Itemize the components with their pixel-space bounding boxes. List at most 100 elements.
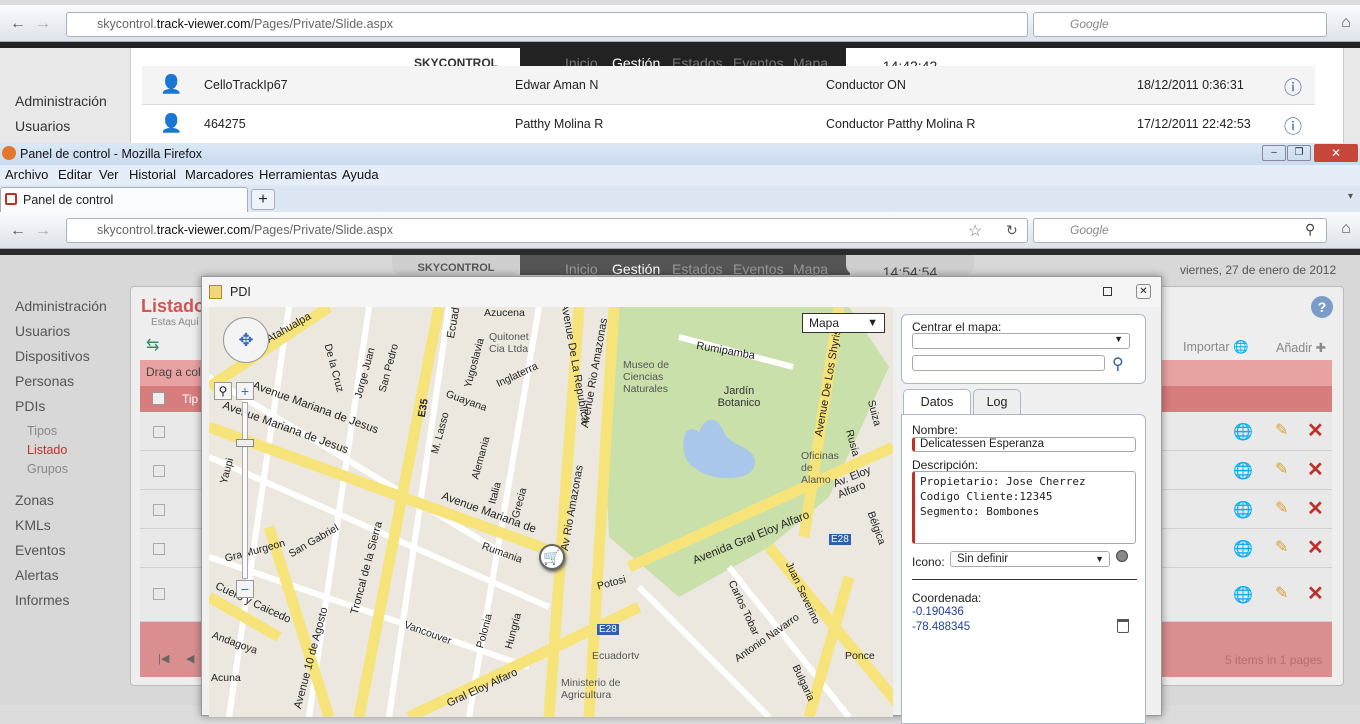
zoom-slider-track[interactable] (242, 402, 248, 579)
row-checkbox[interactable] (153, 426, 165, 438)
zoom-magnifier-icon[interactable]: ⚲ (214, 382, 232, 400)
zoom-out-button[interactable]: − (236, 580, 254, 598)
tab-datos[interactable]: Datos (903, 389, 971, 415)
info-icon[interactable]: ⓘ (1284, 74, 1302, 100)
nav-gestion[interactable]: Gestión (612, 261, 660, 277)
info-icon[interactable]: ⓘ (1284, 113, 1302, 139)
edit-icon[interactable]: ✎ (1275, 459, 1288, 479)
trash-icon[interactable] (1117, 619, 1129, 633)
url-bar[interactable]: skycontrol.track-viewer.com/Pages/Privat… (66, 218, 1028, 243)
edit-icon[interactable]: ✎ (1275, 537, 1288, 557)
delete-icon[interactable]: ✕ (1307, 535, 1324, 560)
back-arrow-icon[interactable]: ← (8, 222, 28, 240)
table-row[interactable]: 👤 464275 Patthy Molina R Conductor Patth… (142, 105, 1315, 144)
refresh-icon[interactable]: ⇆ (146, 335, 159, 355)
edit-icon[interactable]: ✎ (1275, 583, 1288, 603)
center-map-select[interactable]: ▼ (912, 333, 1130, 349)
first-page-icon[interactable]: |◀ (158, 652, 169, 665)
table-row[interactable]: 👤 CelloTrackIp67 Edwar Aman N Conductor … (142, 66, 1315, 105)
description-textarea[interactable]: Propietario: Jose Cherrez Codigo Cliente… (912, 471, 1136, 544)
zoom-slider-handle[interactable] (236, 439, 254, 447)
name-label: Nombre: (912, 423, 959, 437)
tab-panel-control[interactable]: Panel de control (0, 187, 248, 212)
edit-icon[interactable]: ✎ (1275, 498, 1288, 518)
globe-icon[interactable]: 🌐 (1233, 422, 1253, 442)
back-sidebar-users[interactable]: Usuarios (15, 118, 70, 134)
close-window-button[interactable]: ✕ (1314, 144, 1358, 162)
menu-ayuda[interactable]: Ayuda (342, 167, 379, 182)
map-view[interactable]: Avenue Mariana de Jesus Avenue Mariana d… (209, 307, 893, 717)
maximize-dialog-button[interactable] (1103, 287, 1112, 296)
col-tipo[interactable]: Tip (182, 392, 198, 406)
menu-archivo[interactable]: Archivo (5, 167, 48, 182)
row-checkbox[interactable] (153, 588, 165, 600)
nav-estados[interactable]: Estados (672, 261, 723, 277)
url-path: /Pages/Private/Slide.aspx (250, 17, 393, 31)
home-icon[interactable]: ⌂ (1336, 14, 1356, 32)
globe-icon[interactable]: 🌐 (1233, 585, 1253, 605)
delete-icon[interactable]: ✕ (1307, 457, 1324, 482)
menu-historial[interactable]: Historial (129, 167, 176, 182)
name-input[interactable]: Delicatessen Esperanza (912, 437, 1136, 452)
sidebar-alertas[interactable]: Alertas (15, 567, 59, 583)
globe-icon[interactable]: 🌐 (1233, 461, 1253, 481)
reload-icon[interactable]: ↻ (1006, 222, 1018, 239)
nav-eventos[interactable]: Eventos (733, 261, 784, 277)
sidebar-sub-grupos[interactable]: Grupos (27, 462, 68, 476)
back-sidebar-admin[interactable]: Administración (15, 93, 107, 109)
close-dialog-button[interactable]: ✕ (1136, 284, 1151, 299)
import-button[interactable]: Importar 🌐 (1183, 340, 1249, 355)
back-search-box[interactable]: Google (1033, 12, 1327, 37)
row-checkbox[interactable] (153, 543, 165, 555)
prev-page-icon[interactable]: ◀ (186, 652, 194, 665)
bookmark-star-icon[interactable]: ☆ (968, 221, 982, 241)
map-type-select[interactable]: Mapa ▼ (802, 313, 885, 333)
home-icon[interactable]: ⌂ (1336, 220, 1356, 238)
maximize-button[interactable]: ❐ (1287, 145, 1311, 161)
row-checkbox[interactable] (153, 504, 165, 516)
sidebar-devices[interactable]: Dispositivos (15, 348, 90, 364)
center-map-input[interactable] (912, 355, 1105, 371)
pan-control[interactable]: ✥ (223, 317, 269, 363)
new-tab-button[interactable]: + (251, 189, 275, 210)
sidebar-informes[interactable]: Informes (15, 592, 69, 608)
minimize-button[interactable]: – (1262, 145, 1286, 161)
back-url-bar[interactable]: skycontrol.track-viewer.com/Pages/Privat… (66, 12, 1028, 37)
nav-inicio[interactable]: Inicio (565, 261, 598, 277)
sidebar-eventos[interactable]: Eventos (15, 542, 66, 558)
search-box[interactable]: Google (1033, 218, 1327, 243)
add-button[interactable]: Añadir ✚ (1276, 340, 1326, 355)
search-icon[interactable]: ⚲ (1305, 221, 1315, 238)
delete-icon[interactable]: ✕ (1307, 581, 1324, 606)
sidebar-kmls[interactable]: KMLs (15, 517, 51, 533)
menu-editar[interactable]: Editar (58, 167, 92, 182)
help-icon[interactable]: ? (1311, 296, 1333, 318)
row-checkbox[interactable] (153, 465, 165, 477)
sidebar-users[interactable]: Usuarios (15, 323, 70, 339)
delete-icon[interactable]: ✕ (1307, 496, 1324, 521)
edit-icon[interactable]: ✎ (1275, 420, 1288, 440)
menu-herramientas[interactable]: Herramientas (259, 167, 337, 182)
tab-list-icon[interactable]: ▾ (1348, 191, 1353, 202)
sidebar-sub-tipos[interactable]: Tipos (27, 424, 57, 438)
globe-icon[interactable]: 🌐 (1233, 539, 1253, 559)
sidebar-admin[interactable]: Administración (15, 298, 107, 314)
forward-arrow-icon[interactable]: → (33, 222, 53, 240)
sidebar-persons[interactable]: Personas (15, 373, 74, 389)
sidebar-sub-listado[interactable]: Listado (27, 443, 67, 457)
tab-log[interactable]: Log (973, 389, 1021, 415)
sidebar-zonas[interactable]: Zonas (15, 492, 54, 508)
delete-icon[interactable]: ✕ (1307, 418, 1324, 443)
globe-icon[interactable]: 🌐 (1233, 500, 1253, 520)
select-all-checkbox[interactable] (152, 392, 165, 405)
menu-marcadores[interactable]: Marcadores (185, 167, 254, 182)
sidebar-pdis[interactable]: PDIs (15, 398, 45, 414)
nav-mapa[interactable]: Mapa (793, 261, 828, 277)
icon-select[interactable]: Sin definir ▼ (950, 551, 1110, 567)
back-arrow-icon[interactable]: ← (8, 15, 28, 33)
menu-ver[interactable]: Ver (99, 167, 119, 182)
zoom-in-button[interactable]: + (236, 382, 254, 400)
shopping-cart-marker-icon[interactable]: 🛒 (539, 544, 565, 570)
forward-arrow-icon[interactable]: → (33, 15, 53, 33)
search-icon[interactable]: ⚲ (1112, 354, 1124, 374)
